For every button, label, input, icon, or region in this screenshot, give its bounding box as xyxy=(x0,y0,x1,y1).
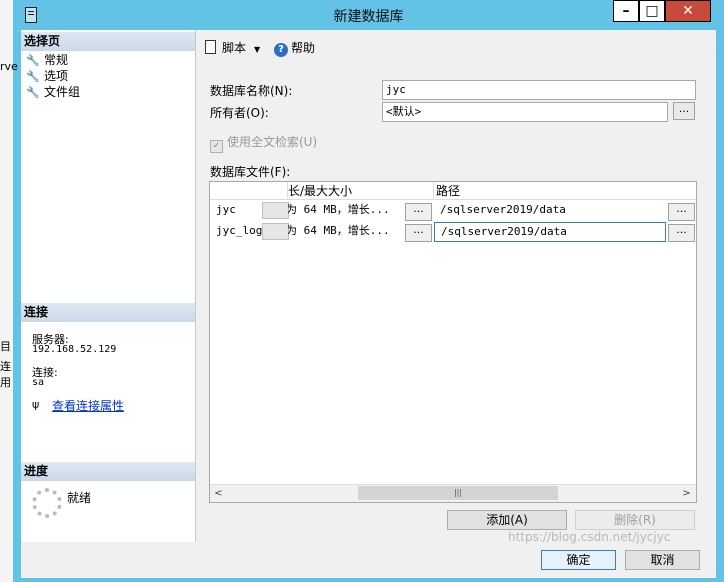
help-icon: ? xyxy=(274,43,288,57)
grid-cell-button[interactable] xyxy=(262,223,289,240)
select-page-header: 选择页 xyxy=(21,32,195,51)
path-header[interactable]: 路径 xyxy=(434,182,696,200)
owner-label: 所有者(O): xyxy=(210,106,269,120)
server-value: 192.168.52.129 xyxy=(32,344,117,355)
background-text: rve xyxy=(0,60,18,73)
grid-header xyxy=(210,182,288,200)
growth-header-text: 增长/最大大小 xyxy=(288,184,353,198)
path-edit-input[interactable]: /sqlserver2019/data xyxy=(434,222,666,242)
background-text: 连用 xyxy=(0,360,11,389)
owner-input[interactable]: <默认> xyxy=(382,102,668,122)
db-name-label: 数据库名称(N): xyxy=(210,84,293,98)
growth-header[interactable]: 增长/最大大小 xyxy=(288,182,434,200)
progress-status: 就绪 xyxy=(67,491,92,505)
close-button[interactable]: ✕ xyxy=(665,0,711,22)
script-label: 脚本 xyxy=(222,41,247,55)
scroll-left-icon[interactable]: < xyxy=(210,485,227,502)
page-filegroups[interactable]: 🔧 文件组 xyxy=(26,84,80,100)
growth-browse-button[interactable]: ... xyxy=(405,224,432,242)
view-connection-properties-link[interactable]: 查看连接属性 xyxy=(52,397,124,414)
horizontal-scrollbar[interactable]: < ||| > xyxy=(210,484,696,502)
add-button[interactable]: 添加(A) xyxy=(447,510,567,530)
file-name-cell[interactable]: jyc xyxy=(216,200,264,220)
growth-cell[interactable]: 增量为 64 MB，增长... xyxy=(288,221,403,241)
script-icon xyxy=(205,40,216,54)
progress-header: 进度 xyxy=(21,462,195,481)
path-cell[interactable]: /sqlserver2019/data xyxy=(440,200,660,220)
wrench-icon: 🔧 xyxy=(26,54,40,67)
path-browse-button[interactable]: ... xyxy=(668,224,695,242)
page-label: 文件组 xyxy=(44,85,81,99)
title-bar[interactable]: 新建数据库 – □ ✕ xyxy=(13,0,724,30)
scroll-right-icon[interactable]: > xyxy=(678,485,695,502)
page-options[interactable]: 🔧 选项 xyxy=(26,68,68,84)
owner-browse-button[interactable]: ... xyxy=(673,102,695,120)
help-button[interactable]: ? 帮助 xyxy=(274,40,316,57)
background-window-edge: rve 目 连用 xyxy=(0,0,18,582)
scrollbar-thumb[interactable]: ||| xyxy=(358,486,558,500)
delete-button[interactable]: 删除(R) xyxy=(575,510,695,530)
connection-properties-icon: ψ xyxy=(32,398,40,411)
ok-button[interactable]: 确定 xyxy=(541,550,616,570)
minimize-button[interactable]: – xyxy=(613,0,639,22)
fulltext-label: 使用全文检索(U) xyxy=(227,135,318,149)
progress-spinner-icon xyxy=(32,488,62,518)
growth-browse-button[interactable]: ... xyxy=(405,203,432,221)
page-label: 选项 xyxy=(44,69,69,83)
page-label: 常规 xyxy=(44,53,69,67)
growth-cell-text: 增量为 64 MB，增长... xyxy=(288,224,390,237)
script-button[interactable]: 脚本 ▼ xyxy=(205,40,260,56)
left-pane: 选择页 🔧 常规 🔧 选项 🔧 文件组 连接 服务器: 192.168.52.129 … xyxy=(21,30,196,542)
maximize-button[interactable]: □ xyxy=(639,0,665,22)
connection-value: sa xyxy=(32,377,45,388)
fulltext-checkbox[interactable]: ✓ 使用全文检索(U) xyxy=(210,133,317,153)
db-files-grid[interactable]: 增长/最大大小 路径 jyc 增量为 64 MB，增长... ... /sqls… xyxy=(209,181,697,503)
grid-cell-button[interactable] xyxy=(262,202,289,219)
growth-cell-text: 增量为 64 MB，增长... xyxy=(288,203,390,216)
path-browse-button[interactable]: ... xyxy=(668,203,695,221)
wrench-icon: 🔧 xyxy=(26,86,40,99)
cancel-button[interactable]: 取消 xyxy=(625,550,700,570)
dialog-client: 选择页 🔧 常规 🔧 选项 🔧 文件组 连接 服务器: 192.168.52.129 … xyxy=(21,30,716,578)
checkbox-check-icon: ✓ xyxy=(210,140,223,153)
file-name-cell[interactable]: jyc_log xyxy=(216,221,264,241)
help-label: 帮助 xyxy=(291,41,316,55)
background-text: 目 xyxy=(0,340,11,353)
chevron-down-icon: ▼ xyxy=(254,45,261,54)
db-name-input[interactable]: jyc xyxy=(382,80,696,100)
db-files-label: 数据库文件(F): xyxy=(210,165,291,179)
page-general[interactable]: 🔧 常规 xyxy=(26,52,68,68)
wrench-icon: 🔧 xyxy=(26,70,40,83)
connection-header: 连接 xyxy=(21,303,195,322)
watermark: https://blog.csdn.net/jycjyc xyxy=(508,530,671,544)
growth-cell[interactable]: 增量为 64 MB，增长... xyxy=(288,200,403,220)
